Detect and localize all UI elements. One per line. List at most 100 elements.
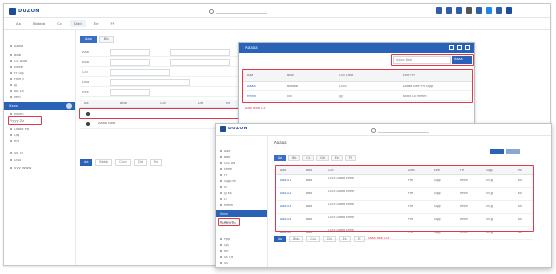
sidebar-item[interactable]: Mmm xyxy=(220,204,233,209)
toolbar-button[interactable]: Aa xyxy=(80,158,93,166)
sidebar-item[interactable]: Aaaa xyxy=(10,45,23,50)
menu-icon[interactable] xyxy=(506,7,512,14)
column-header[interactable]: Aa xyxy=(84,102,89,106)
sidebar-item[interactable]: Iii xyxy=(220,186,227,191)
tab[interactable]: Aaa xyxy=(80,36,97,43)
column-header[interactable]: Dd xyxy=(198,102,203,106)
action-button[interactable] xyxy=(506,149,520,154)
sidebar-item[interactable]: Vvv Www xyxy=(10,167,31,172)
close-icon[interactable] xyxy=(465,45,470,50)
tab[interactable]: Ff xyxy=(344,155,356,161)
sidebar-item[interactable]: Eeee xyxy=(10,66,23,71)
sidebar-item[interactable]: Oooo Pp xyxy=(10,128,29,133)
sidebar-item[interactable]: Bbb xyxy=(220,156,230,161)
menu-item[interactable]: Cc xyxy=(53,20,66,27)
sidebar-item[interactable]: Mm xyxy=(10,96,21,101)
toolbar-button[interactable]: Bbb xyxy=(289,236,304,242)
sidebar-item[interactable]: Nn Oo xyxy=(220,221,234,226)
menu-item[interactable]: Ff xyxy=(106,20,118,27)
column-header[interactable]: Ccc xyxy=(160,102,166,106)
sidebar-item[interactable]: Uuu xyxy=(10,159,21,164)
form-field[interactable] xyxy=(170,59,230,66)
menu-item[interactable]: Bbbbb xyxy=(29,20,49,27)
sidebar-item[interactable]: Qq xyxy=(10,134,19,139)
maximize-icon[interactable] xyxy=(457,45,462,50)
search-input[interactable] xyxy=(216,9,267,14)
sidebar-item[interactable]: Ggg Hh xyxy=(220,180,236,185)
menu-item[interactable]: Aa xyxy=(12,20,25,27)
toolbar-button[interactable]: Ee xyxy=(338,236,351,242)
bullet-icon xyxy=(10,54,12,56)
chat-icon[interactable] xyxy=(496,7,502,14)
sidebar-item[interactable]: Ff xyxy=(220,174,227,179)
toolbar-button[interactable]: Ccc xyxy=(306,236,321,242)
global-search[interactable] xyxy=(371,127,429,133)
notification-icon[interactable] xyxy=(436,7,442,14)
menu-item[interactable]: Ddd xyxy=(69,20,86,27)
form-field[interactable] xyxy=(170,49,230,56)
app-logo[interactable]: DUZON xyxy=(9,7,40,15)
logo-icon xyxy=(220,126,226,132)
sidebar-item[interactable]: Jjj xyxy=(10,84,17,89)
settings-icon[interactable] xyxy=(476,7,482,14)
user-icon[interactable] xyxy=(466,7,472,14)
search-input[interactable] xyxy=(378,128,429,133)
tab[interactable]: Bb xyxy=(288,155,301,161)
sidebar-item[interactable]: Qq xyxy=(220,244,229,249)
sub-tabs: Aa Bb Cc Dd Ee Ff xyxy=(274,155,356,161)
sidebar-item[interactable]: Ff Gg xyxy=(10,72,24,77)
sidebar-item-label: Bbb xyxy=(224,156,231,159)
sidebar-item[interactable]: Hhh Ii xyxy=(10,78,24,83)
sidebar-item[interactable]: Cc Ddd xyxy=(10,60,27,65)
sidebar-item[interactable]: Aaa xyxy=(220,150,230,155)
tab[interactable]: Cc xyxy=(302,155,315,161)
form-field[interactable] xyxy=(110,79,190,86)
calendar-icon[interactable] xyxy=(456,7,462,14)
tab[interactable]: Bb xyxy=(98,36,114,43)
sidebar-item[interactable]: Eeee xyxy=(220,168,232,173)
sidebar-item-active[interactable]: Xxxx xyxy=(4,102,75,110)
toolbar-button[interactable]: Cccc xyxy=(115,158,132,166)
app-logo[interactable]: DUZON xyxy=(220,126,248,132)
form-field[interactable] xyxy=(110,89,150,96)
form-field[interactable] xyxy=(110,49,150,56)
toolbar-button[interactable]: Aa xyxy=(274,236,287,242)
sidebar-item[interactable]: Rrr xyxy=(220,250,229,255)
menu-item[interactable]: Ee xyxy=(90,20,103,27)
sidebar-item[interactable]: Kk Lll xyxy=(10,90,24,95)
bullet-icon xyxy=(220,180,222,182)
sidebar-item[interactable]: Jjj Kk xyxy=(220,192,232,197)
global-search[interactable] xyxy=(209,8,267,14)
sidebar-item[interactable]: Nnnn xyxy=(10,113,24,118)
toolbar-button[interactable]: Bbbb xyxy=(95,158,113,166)
sidebar-item[interactable]: Ccc Dd xyxy=(220,162,235,167)
column-header[interactable]: Bbb xyxy=(120,102,127,106)
toolbar-button[interactable]: Ee xyxy=(149,158,163,166)
form-field[interactable] xyxy=(110,69,170,76)
tab[interactable]: Ee xyxy=(330,155,343,161)
sidebar-item[interactable]: Bbb xyxy=(10,54,21,59)
mail-icon[interactable] xyxy=(446,7,452,14)
bullet-icon xyxy=(10,134,12,136)
sidebar-item[interactable]: Ppp xyxy=(220,238,230,243)
tab[interactable]: Dd xyxy=(316,155,329,161)
toolbar-button[interactable]: Dd xyxy=(323,236,336,242)
toggle-icon[interactable] xyxy=(66,103,72,109)
toolbar-button[interactable]: Ff xyxy=(353,236,365,242)
help-icon[interactable] xyxy=(486,7,492,14)
toolbar-button[interactable]: Dd xyxy=(134,158,147,166)
sidebar-item[interactable]: Rrr xyxy=(10,140,19,145)
bullet-icon xyxy=(220,162,222,164)
action-button[interactable] xyxy=(490,149,504,154)
bullet-icon xyxy=(220,174,222,176)
sidebar-item-active[interactable]: Vvvv xyxy=(216,210,267,217)
sidebar-item[interactable]: Ll xyxy=(220,198,227,203)
sidebar-item[interactable]: Ss Tt xyxy=(10,152,23,157)
minimize-icon[interactable] xyxy=(449,45,454,50)
sidebar-item[interactable]: Ss Ttt xyxy=(220,256,233,261)
sidebar-item[interactable]: Uu xyxy=(220,262,228,267)
bullet-icon xyxy=(10,140,12,142)
tab[interactable]: Aa xyxy=(274,155,287,161)
form-field[interactable] xyxy=(110,59,150,66)
column-header[interactable]: Ee xyxy=(226,102,230,106)
